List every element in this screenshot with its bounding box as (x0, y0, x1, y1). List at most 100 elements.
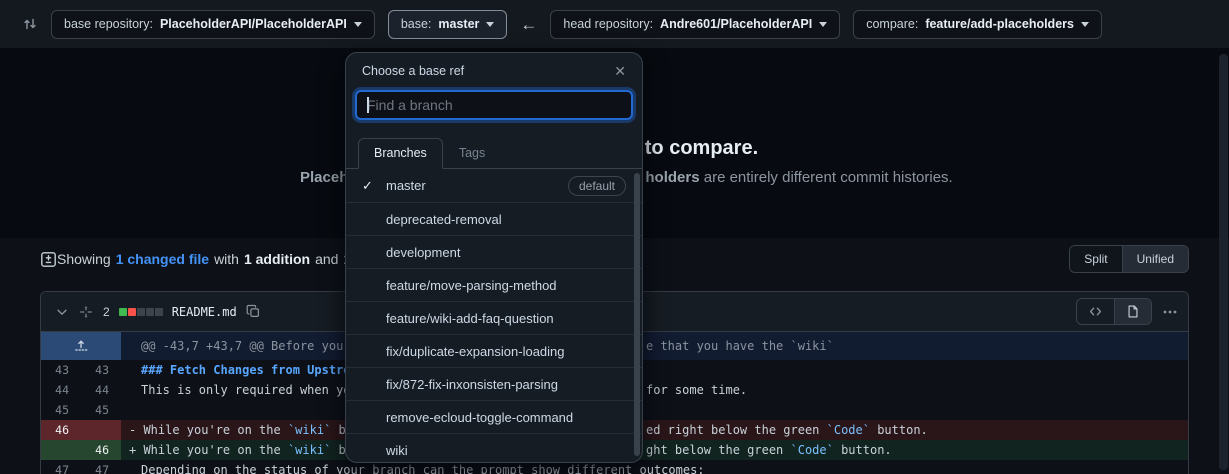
diff-view-toggle: Split Unified (1069, 245, 1189, 273)
default-badge: default (568, 176, 626, 196)
unified-view-button[interactable]: Unified (1122, 246, 1188, 272)
base-branch-label: base: (401, 17, 432, 31)
compare-branch-label: compare: (866, 17, 918, 31)
source-code-button[interactable] (1077, 299, 1114, 324)
code-cell: This is only required when yo for some ti… (121, 380, 1188, 400)
code-text: + While you're on the `wiki` br (121, 443, 353, 457)
code-cell: + While you're on the `wiki` brght below… (121, 440, 1188, 460)
copy-path-icon[interactable] (246, 304, 261, 319)
head-repository-label: head repository: (563, 17, 653, 31)
line-number[interactable]: 44 (81, 380, 121, 400)
branch-item-feature/wiki-add-faq-question[interactable]: feature/wiki-add-faq-question (346, 301, 642, 334)
line-number[interactable] (41, 440, 81, 460)
branch-item-wiki[interactable]: wiki (346, 433, 642, 463)
chevron-down-icon (819, 22, 827, 27)
code-cell: - While you're on the `wiki` bred right … (121, 420, 1188, 440)
code-cell (121, 400, 1188, 420)
ref-selector-bar: base repository: PlaceholderAPI/Placehol… (0, 0, 1229, 48)
code-text: - While you're on the `wiki` br (121, 423, 353, 437)
branch-item-master[interactable]: ✓masterdefault (346, 169, 642, 202)
branch-name: wiki (386, 443, 408, 458)
line-number[interactable]: 47 (41, 460, 81, 474)
branch-item-fix/872-fix-inxonsisten-parsing[interactable]: fix/872-fix-inxonsisten-parsing (346, 367, 642, 400)
git-compare-icon (22, 16, 38, 32)
inline-code: `Code` (791, 443, 834, 457)
code-text: This is only required when yo (121, 383, 351, 397)
red-diffstat-block (128, 308, 136, 316)
line-number[interactable]: 47 (81, 460, 121, 474)
line-number[interactable]: 45 (41, 400, 81, 420)
branch-item-fix/duplicate-expansion-loading[interactable]: fix/duplicate-expansion-loading (346, 334, 642, 367)
expand-up-icon[interactable] (41, 332, 121, 360)
green-diffstat-block (119, 308, 127, 316)
tab-tags[interactable]: Tags (443, 138, 501, 168)
compare-page: base repository: PlaceholderAPI/Placehol… (0, 0, 1229, 474)
file-header-actions (1076, 298, 1178, 325)
base-repository-label: base repository: (64, 17, 153, 31)
line-number[interactable]: 46 (81, 440, 121, 460)
branch-name: development (386, 245, 460, 260)
inline-code: `wiki` (288, 443, 331, 457)
close-icon[interactable]: ✕ (614, 64, 626, 78)
base-repository-value: PlaceholderAPI/PlaceholderAPI (160, 17, 347, 31)
gray-diffstat-block (155, 308, 163, 316)
compare-branch-selector[interactable]: compare: feature/add-placeholders (853, 10, 1102, 39)
dropdown-title: Choose a base ref (362, 64, 464, 78)
dropdown-search (346, 85, 642, 130)
addition-count: 1 addition (244, 251, 310, 267)
branch-name: feature/move-parsing-method (386, 278, 557, 293)
changed-file-link[interactable]: 1 changed file (116, 251, 209, 267)
branch-item-remove-ecloud-toggle-command[interactable]: remove-ecloud-toggle-command (346, 400, 642, 433)
tab-branches[interactable]: Branches (358, 138, 443, 169)
branch-search-input[interactable] (355, 90, 633, 120)
branch-item-deprecated-removal[interactable]: deprecated-removal (346, 202, 642, 235)
changes-count: 2 (103, 305, 110, 319)
code-cell: Depending on the status of your branch c… (121, 460, 1188, 474)
branch-list: ✓masterdefaultdeprecated-removal developm… (346, 169, 642, 463)
diffstat-blocks (119, 308, 163, 316)
line-number[interactable] (81, 420, 121, 440)
line-number[interactable]: 46 (41, 420, 81, 440)
branch-name: fix/872-fix-inxonsisten-parsing (386, 377, 558, 392)
head-repository-selector[interactable]: head repository: Andre601/PlaceholderAPI (550, 10, 840, 39)
base-branch-selector[interactable]: base: master (388, 10, 508, 39)
branch-item-feature/move-parsing-method[interactable]: feature/move-parsing-method (346, 268, 642, 301)
branch-item-development[interactable]: development (346, 235, 642, 268)
chevron-down-icon (486, 22, 494, 27)
split-view-button[interactable]: Split (1070, 246, 1121, 272)
branch-name: remove-ecloud-toggle-command (386, 410, 573, 425)
kebab-menu-icon[interactable] (1162, 304, 1178, 320)
inline-code: `wiki` (288, 423, 331, 437)
file-name-link[interactable]: README.md (172, 305, 237, 319)
collapse-chevron-icon[interactable] (55, 305, 69, 319)
rich-diff-button[interactable] (1114, 299, 1151, 324)
head-repository-value: Andre601/PlaceholderAPI (660, 17, 812, 31)
gray-diffstat-block (137, 308, 145, 316)
inline-code: `Code` (827, 423, 870, 437)
showing-label: Showing (57, 251, 111, 267)
file-diff-icon (40, 251, 57, 268)
code-text-continued: e that you have the `wiki` (646, 339, 834, 353)
base-repository-selector[interactable]: base repository: PlaceholderAPI/Placehol… (51, 10, 375, 39)
dropdown-scrollbar[interactable] (634, 173, 640, 456)
code-text: ### Fetch Changes from Upstre (121, 363, 351, 377)
line-number[interactable]: 44 (41, 380, 81, 400)
drag-move-icon[interactable] (78, 304, 94, 320)
line-number[interactable]: 43 (41, 360, 81, 380)
base-ref-dropdown: Choose a base ref ✕ Branches Tags ✓maste… (345, 52, 643, 463)
code-text: @@ -43,7 +43,7 @@ Before you (121, 339, 343, 353)
base-branch-value: master (438, 17, 479, 31)
base-ref-fragment: Placeh (300, 169, 348, 186)
branch-name: feature/wiki-add-faq-question (386, 311, 554, 326)
source-rendered-toggle (1076, 298, 1152, 325)
subtitle-rest: are entirely different commit histories. (700, 169, 953, 186)
code-cell: ### Fetch Changes from Upstre (121, 360, 1188, 380)
arrow-left-icon: ← (520, 16, 537, 33)
code-cell: @@ -43,7 +43,7 @@ Before you e that you h… (121, 332, 1188, 360)
code-text-continued: for some time. (646, 383, 747, 397)
line-number[interactable]: 45 (81, 400, 121, 420)
gray-diffstat-block (146, 308, 154, 316)
line-number[interactable]: 43 (81, 360, 121, 380)
chevron-down-icon (354, 22, 362, 27)
page-scrollbar-thumb[interactable] (1219, 54, 1228, 470)
